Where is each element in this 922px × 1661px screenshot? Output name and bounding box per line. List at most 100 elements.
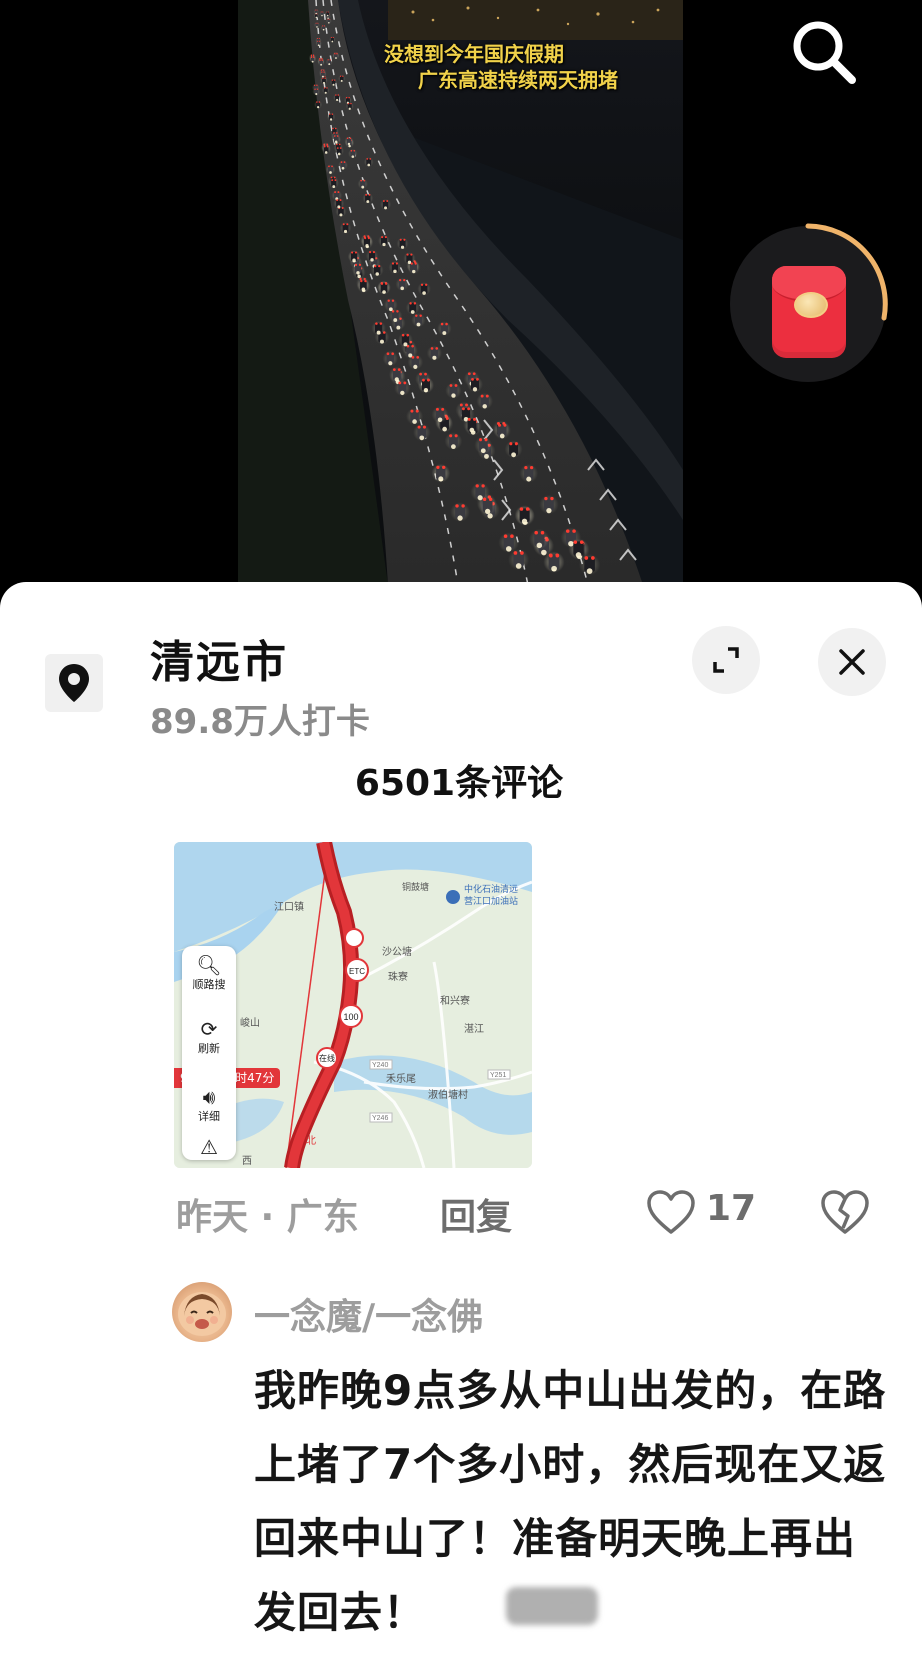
car-taillight	[324, 25, 326, 27]
car-headlight	[352, 258, 356, 262]
search-button[interactable]	[786, 14, 862, 90]
car-taillight	[509, 442, 513, 446]
car-headlight	[382, 242, 386, 247]
car-taillight	[414, 262, 417, 265]
car-headlight	[321, 14, 323, 17]
car-headlight	[329, 118, 333, 121]
car-headlight	[324, 151, 328, 154]
car-headlight	[379, 339, 384, 344]
alert-icon: ⚠︎	[200, 1135, 218, 1159]
car-taillight	[398, 381, 402, 385]
car-headlight	[526, 476, 532, 482]
car-taillight	[319, 59, 321, 62]
dislike-button[interactable]	[820, 1188, 870, 1238]
car-taillight	[350, 149, 353, 152]
car-taillight	[351, 251, 354, 254]
expand-icon	[713, 647, 739, 673]
car-taillight	[336, 199, 339, 202]
map-tool-alert[interactable]: ⚠︎	[182, 1136, 236, 1158]
car-taillight	[544, 496, 548, 501]
comment-image-map[interactable]: ETC 100 在线 江口镇 沙公塘 珠寮 和兴寮 湛江 禾乐尾 淑伯塘村 西 …	[174, 842, 532, 1168]
car-taillight	[406, 333, 410, 337]
car-headlight	[316, 26, 318, 28]
car-taillight	[422, 425, 426, 429]
comment-count: 6501条评论	[0, 754, 922, 806]
expand-button[interactable]	[692, 626, 760, 694]
map-label-gas-station: 营江口加油站	[464, 895, 518, 907]
location-name[interactable]: 清远市	[150, 626, 288, 690]
car-headlight	[384, 206, 388, 210]
close-icon	[839, 649, 865, 675]
video-player[interactable]: 没想到今年国庆假期 广东高速持续两天拥堵	[0, 0, 922, 600]
reply-username[interactable]: 一念魔/一念佛	[254, 1288, 483, 1340]
car-taillight	[332, 37, 334, 39]
map-road-code-1: Y240	[372, 1062, 388, 1069]
car-headlight	[365, 243, 369, 248]
car-headlight	[541, 549, 547, 556]
car-headlight	[361, 287, 366, 292]
map-label-shagongtang: 沙公塘	[382, 945, 412, 958]
car-headlight	[469, 427, 475, 433]
car-headlight	[575, 552, 582, 558]
car-taillight	[430, 347, 434, 350]
car-taillight	[449, 384, 453, 387]
car-headlight	[367, 163, 371, 167]
car-taillight	[333, 132, 335, 134]
car-taillight	[331, 165, 333, 168]
car-headlight	[393, 318, 398, 322]
car-headlight	[382, 290, 386, 294]
car-headlight	[521, 518, 528, 524]
close-button[interactable]	[818, 628, 886, 696]
car-taillight	[386, 200, 389, 203]
car-taillight	[323, 145, 326, 148]
car-taillight	[442, 465, 446, 469]
car-taillight	[346, 137, 349, 140]
car-headlight	[388, 361, 393, 366]
car-taillight	[320, 69, 323, 71]
car-taillight	[427, 378, 430, 382]
reply-button[interactable]: 回复	[440, 1188, 512, 1240]
car-headlight	[351, 155, 355, 158]
map-tool-refresh-label: 刷新	[198, 1042, 220, 1055]
map-tool-search[interactable]: 🔍︎ 顺路搜	[182, 954, 236, 992]
car-taillight	[330, 176, 333, 179]
location-pin-icon-box[interactable]	[45, 654, 103, 712]
red-packet-button[interactable]	[726, 222, 890, 386]
map-tool-refresh[interactable]: ⟳ 刷新	[182, 1018, 236, 1056]
car-headlight	[393, 269, 397, 274]
car-taillight	[480, 394, 484, 398]
avatar[interactable]	[172, 1282, 232, 1342]
car-headlight	[515, 563, 522, 569]
car-headlight	[438, 476, 444, 482]
red-packet-icon	[772, 266, 846, 358]
mosaic-blur	[506, 1587, 598, 1625]
car-taillight	[339, 199, 342, 202]
car-taillight	[327, 59, 329, 61]
car-taillight	[420, 283, 424, 286]
car-taillight	[314, 9, 316, 11]
like-button[interactable]: 17	[646, 1186, 766, 1236]
car-taillight	[322, 11, 324, 13]
car-headlight	[482, 404, 487, 409]
car-taillight	[326, 145, 329, 148]
car-headlight	[451, 444, 456, 450]
car-taillight	[425, 283, 428, 286]
map-tool-panel: 🔍︎ 顺路搜 ⟳ 刷新 🔊︎ 详细 ⚠︎	[182, 946, 236, 1160]
car-headlight	[317, 44, 320, 47]
map-tool-search-label: 顺路搜	[192, 978, 226, 991]
car-taillight	[387, 299, 390, 302]
map-tool-detail[interactable]: 🔊︎ 详细	[182, 1086, 236, 1124]
car-headlight	[322, 28, 325, 31]
car-taillight	[419, 314, 422, 317]
car-taillight	[316, 9, 318, 11]
car-headlight	[321, 75, 324, 78]
car-headlight	[388, 307, 393, 312]
car-taillight	[358, 263, 362, 267]
car-taillight	[353, 149, 356, 152]
car-taillight	[510, 534, 514, 538]
car-taillight	[403, 279, 406, 282]
car-headlight	[315, 16, 318, 19]
car-taillight	[328, 165, 330, 168]
car-taillight	[320, 11, 322, 13]
speaker-icon: 🔊︎	[202, 1085, 216, 1109]
